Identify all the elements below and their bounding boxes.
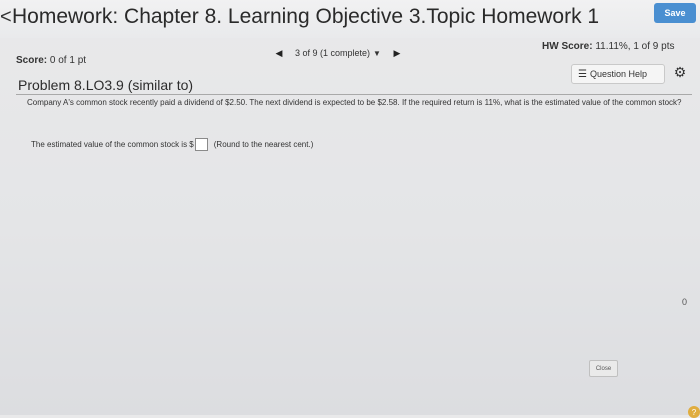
answer-prefix: The estimated value of the common stock …	[31, 140, 194, 149]
list-icon: ☰	[578, 68, 587, 80]
answer-input[interactable]	[194, 138, 208, 151]
side-text: 0	[682, 297, 688, 307]
score-label: Score:	[16, 55, 48, 66]
question-pager: ◀ 3 of 9 (1 complete) ▼ ▶	[271, 44, 431, 62]
score-value: 0 of 1 pt	[49, 55, 87, 66]
hw-score-label: HW Score:	[542, 41, 593, 52]
save-button[interactable]: Save	[654, 3, 696, 23]
question-help-button[interactable]: ☰ Question Help	[571, 64, 665, 84]
help-badge[interactable]: ?	[688, 406, 700, 418]
gear-icon[interactable]: ⚙	[670, 62, 690, 82]
answer-hint: (Round to the nearest cent.)	[213, 140, 314, 149]
question-selector[interactable]: 3 of 9 (1 complete) ▼	[287, 48, 389, 58]
question-help-label: Question Help	[589, 69, 648, 79]
triangle-right-icon[interactable]: ▶	[389, 48, 405, 59]
answer-line: The estimated value of the common stock …	[31, 138, 313, 151]
question-selector-label: 3 of 9 (1 complete)	[295, 48, 371, 58]
caret-down-icon: ▼	[373, 49, 381, 58]
hw-score-value: 11.11%, 1 of 9 pts	[595, 41, 675, 52]
triangle-left-icon[interactable]: ◀	[271, 48, 287, 59]
close-button[interactable]: Close	[589, 360, 618, 377]
page-title: Homework: Chapter 8. Learning Objective …	[12, 5, 600, 28]
left-edge-text: <	[0, 6, 12, 28]
divider	[16, 94, 692, 95]
score: Score: 0 of 1 pt	[16, 55, 86, 66]
question-text: Company A's common stock recently paid a…	[27, 98, 682, 107]
hw-score: HW Score: 11.11%, 1 of 9 pts	[542, 41, 674, 52]
problem-title: Problem 8.LO3.9 (similar to)	[18, 77, 194, 93]
